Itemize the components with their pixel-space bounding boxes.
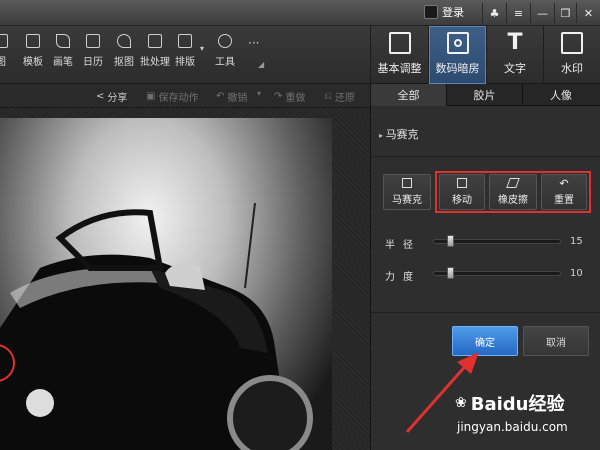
radius-slider: 半径 15	[385, 234, 585, 251]
restore-icon: ⎌	[324, 91, 332, 102]
tab-basic-adjust[interactable]: 基本调整	[370, 26, 428, 84]
login-link[interactable]: 登录	[442, 4, 464, 20]
tool-brush[interactable]: 画笔	[46, 34, 80, 80]
login-area[interactable]: 登录	[424, 4, 464, 20]
mosaic-tool-button[interactable]: 马赛克	[383, 174, 431, 210]
section-title: 马赛克	[385, 128, 419, 141]
menu-button[interactable]: ≡	[506, 3, 530, 23]
divider	[371, 156, 600, 157]
tool-layout[interactable]: 排版	[168, 34, 202, 80]
cancel-button[interactable]: 取消	[523, 326, 589, 356]
radius-value: 15	[570, 236, 583, 247]
minimize-icon: —	[537, 6, 548, 20]
skin-button[interactable]: ♣	[482, 3, 506, 23]
close-button[interactable]: ✕	[576, 3, 600, 23]
mosaic-icon	[402, 178, 412, 188]
radius-label: 半径	[385, 240, 421, 251]
tool-template[interactable]: 模板	[16, 34, 50, 80]
strength-slider: 力度 10	[385, 266, 585, 283]
restore-image-button[interactable]: ⎌ 还原	[324, 89, 355, 104]
save-action-button[interactable]: ▣ 保存动作	[146, 89, 198, 104]
tool-tools[interactable]: 工具	[208, 34, 242, 80]
subtab-portrait[interactable]: 人像	[523, 84, 599, 106]
undo-dropdown-icon[interactable]: ▾	[257, 89, 261, 98]
wrench-icon	[218, 34, 232, 48]
adjust-icon	[388, 32, 411, 54]
save-icon: ▣	[146, 91, 156, 102]
expand-corner-icon[interactable]: ◢	[258, 60, 264, 69]
main-toolbar: 图 模板 画笔 日历 抠图 批处理 排版 ▾ 工具 ··· ◢ 基本调整 数码暗…	[0, 26, 600, 84]
subtab-all[interactable]: 全部	[371, 84, 447, 106]
watermark-brand: Baidu经验	[470, 394, 565, 415]
image-icon	[0, 34, 8, 48]
template-icon	[26, 34, 40, 48]
close-icon: ✕	[583, 6, 594, 20]
move-button[interactable]: 移动	[439, 174, 485, 210]
restore-button[interactable]: ❐	[554, 3, 576, 23]
text-icon: T	[507, 30, 523, 55]
car-illustration	[0, 202, 313, 450]
divider	[371, 312, 600, 313]
calendar-icon	[86, 34, 100, 48]
eraser-button[interactable]: 橡皮擦	[489, 174, 537, 210]
eraser-icon	[506, 178, 520, 188]
reset-button[interactable]: ↶ 重置	[541, 174, 587, 210]
undo-button[interactable]: ↶ 撤销	[216, 89, 247, 104]
sub-tabs: 全部 胶片 人像	[371, 84, 600, 106]
share-icon: <	[96, 91, 105, 102]
settings-panel: 全部 胶片 人像 ▸ 马赛克 马赛克 移动 橡皮擦 ↶ 重置 半径 15 力度 1…	[370, 84, 600, 450]
move-icon	[457, 178, 467, 188]
car-photo[interactable]	[0, 118, 332, 450]
tool-batch[interactable]: 批处理	[138, 34, 172, 80]
shirt-icon: ♣	[489, 6, 500, 20]
paw-icon: ❀	[455, 395, 467, 411]
layout-icon	[178, 34, 192, 48]
minimize-button[interactable]: —	[530, 3, 554, 23]
cutout-icon	[117, 34, 131, 48]
strength-label: 力度	[385, 272, 421, 283]
action-bar: < 分享 ▣ 保存动作 ↶ 撤销 ▾ ↷ 重做 ⎌ 还原	[0, 84, 370, 108]
watermark-icon	[561, 32, 583, 54]
tab-text[interactable]: T 文字	[486, 26, 543, 84]
brush-icon	[56, 34, 70, 48]
redo-icon: ↷	[274, 91, 283, 102]
tool-calendar[interactable]: 日历	[76, 34, 110, 80]
watermark-url: jingyan.baidu.com	[457, 420, 568, 434]
camera-icon	[446, 32, 469, 54]
batch-icon	[148, 34, 162, 48]
baidu-watermark: ❀ Baidu经验	[455, 390, 564, 416]
reset-arrow-icon: ↶	[559, 177, 569, 190]
subtab-film[interactable]: 胶片	[447, 84, 523, 106]
redo-button[interactable]: ↷ 重做	[274, 89, 305, 104]
tab-watermark[interactable]: 水印	[543, 26, 600, 84]
restore-window-icon: ❐	[560, 6, 571, 20]
tab-digital-darkroom[interactable]: 数码暗房	[428, 26, 486, 84]
title-bar: 登录 ♣ ≡ — ❐ ✕	[0, 0, 600, 26]
menu-icon: ≡	[513, 6, 524, 20]
more-icon[interactable]: ···	[248, 36, 259, 50]
strength-value: 10	[570, 268, 583, 279]
tool-cutout[interactable]: 抠图	[107, 34, 141, 80]
section-header[interactable]: ▸ 马赛克	[379, 126, 419, 142]
layout-dropdown-icon[interactable]: ▾	[200, 44, 204, 53]
strength-handle[interactable]	[447, 267, 454, 279]
user-avatar-icon	[424, 5, 438, 19]
undo-icon: ↶	[216, 91, 225, 102]
share-button[interactable]: < 分享	[96, 89, 127, 104]
radius-handle[interactable]	[447, 235, 454, 247]
